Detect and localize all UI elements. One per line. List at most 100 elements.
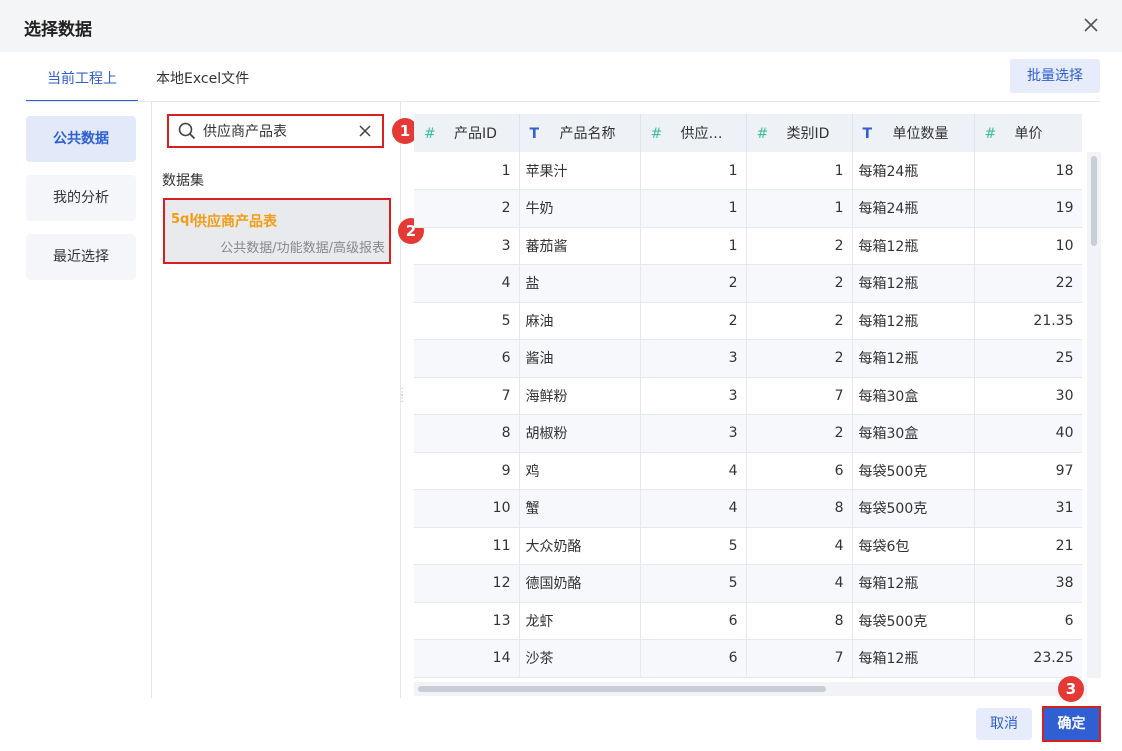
table-cell: 2 bbox=[640, 264, 747, 303]
table-cell: 每箱12瓶 bbox=[852, 339, 975, 378]
column-header-label: 单位数量 bbox=[892, 126, 949, 142]
table-cell: 每箱30盒 bbox=[852, 414, 975, 453]
table-cell: 每箱24瓶 bbox=[852, 189, 975, 228]
table-cell: 牛奶 bbox=[519, 189, 641, 228]
search-input[interactable] bbox=[203, 120, 353, 142]
table-row: 3 蕃茄酱 1 2 每箱12瓶 10 bbox=[414, 227, 1082, 265]
table-row: 6 酱油 3 2 每箱12瓶 25 bbox=[414, 339, 1082, 378]
ok-button[interactable]: 确定 bbox=[1042, 706, 1101, 742]
table-cell: 10 bbox=[414, 489, 520, 528]
number-type-icon: # bbox=[424, 126, 436, 142]
table-cell: 18 bbox=[974, 152, 1082, 190]
column-header-label: 单价 bbox=[1014, 126, 1043, 142]
table-cell: 4 bbox=[746, 564, 853, 603]
table-cell: 鸡 bbox=[519, 452, 641, 490]
panel-divider bbox=[151, 102, 152, 698]
column-header[interactable]: # 产品ID bbox=[414, 114, 520, 152]
table-cell: 19 bbox=[974, 189, 1082, 228]
table-row: 1 苹果汁 1 1 每箱24瓶 18 bbox=[414, 152, 1082, 190]
batch-select-button[interactable]: 批量选择 bbox=[1010, 59, 1100, 93]
column-header[interactable]: # 类别ID bbox=[746, 114, 853, 152]
search-box bbox=[167, 114, 384, 148]
table-cell: 每袋500克 bbox=[852, 489, 975, 528]
table-cell: 6 bbox=[640, 602, 747, 640]
table-cell: 4 bbox=[640, 489, 747, 528]
column-header[interactable]: T 产品名称 bbox=[519, 114, 641, 152]
step-badge-3: 3 bbox=[1058, 676, 1084, 702]
table-cell: 12 bbox=[414, 564, 520, 603]
table-cell: 14 bbox=[414, 639, 520, 678]
table-cell: 25 bbox=[974, 339, 1082, 378]
column-header[interactable]: T 单位数量 bbox=[852, 114, 975, 152]
data-preview-table: # 产品ID T 产品名称 # 供应… # 类别ID T 单位数量 # 单价 1 苹果汁 1 1 每箱24瓶 1… bbox=[414, 114, 1082, 678]
table-cell: 麻油 bbox=[519, 302, 641, 340]
horizontal-scrollbar[interactable] bbox=[414, 682, 1087, 696]
cancel-button[interactable]: 取消 bbox=[976, 708, 1032, 740]
table-cell: 1 bbox=[746, 152, 853, 190]
table-cell: 龙虾 bbox=[519, 602, 641, 640]
table-row: 10 蟹 4 8 每袋500克 31 bbox=[414, 489, 1082, 528]
tab-local-excel[interactable]: 本地Excel文件 bbox=[156, 60, 249, 102]
vertical-scrollbar[interactable] bbox=[1087, 152, 1101, 678]
column-header[interactable]: # 供应… bbox=[640, 114, 747, 152]
table-cell: 8 bbox=[746, 489, 853, 528]
table-cell: 8 bbox=[414, 414, 520, 453]
table-row: 4 盐 2 2 每箱12瓶 22 bbox=[414, 264, 1082, 303]
nav-item-recent[interactable]: 最近选择 bbox=[26, 234, 136, 280]
number-type-icon: # bbox=[756, 126, 769, 142]
table-cell: 苹果汁 bbox=[519, 152, 641, 190]
table-cell: 10 bbox=[974, 227, 1082, 265]
table-cell: 2 bbox=[746, 227, 853, 265]
number-type-icon: # bbox=[984, 126, 997, 142]
table-cell: 2 bbox=[746, 339, 853, 378]
dataset-path: 公共数据/功能数据/高级报表 bbox=[220, 241, 385, 256]
table-header-row: # 产品ID T 产品名称 # 供应… # 类别ID T 单位数量 # 单价 bbox=[414, 114, 1082, 152]
table-row: 2 牛奶 1 1 每箱24瓶 19 bbox=[414, 189, 1082, 228]
clear-icon[interactable] bbox=[356, 122, 374, 140]
table-cell: 1 bbox=[640, 152, 747, 190]
table-cell: 5 bbox=[414, 302, 520, 340]
table-cell: 40 bbox=[974, 414, 1082, 453]
table-cell: 4 bbox=[640, 452, 747, 490]
table-cell: 每箱12瓶 bbox=[852, 227, 975, 265]
table-cell: 3 bbox=[414, 227, 520, 265]
column-header[interactable]: # 单价 bbox=[974, 114, 1082, 152]
table-cell: 97 bbox=[974, 452, 1082, 490]
table-row: 7 海鲜粉 3 7 每箱30盒 30 bbox=[414, 377, 1082, 415]
table-cell: 每袋500克 bbox=[852, 452, 975, 490]
table-cell: 3 bbox=[640, 377, 747, 415]
resize-handle[interactable]: ⋮ ⋮ bbox=[397, 388, 407, 408]
tabs-divider bbox=[26, 101, 1100, 102]
table-cell: 每袋6包 bbox=[852, 527, 975, 565]
table-cell: 30 bbox=[974, 377, 1082, 415]
dialog-title: 选择数据 bbox=[24, 20, 92, 40]
left-nav: 公共数据 我的分析 最近选择 bbox=[26, 116, 136, 293]
table-cell: 5 bbox=[640, 527, 747, 565]
text-type-icon: T bbox=[529, 126, 540, 142]
table-cell: 海鲜粉 bbox=[519, 377, 641, 415]
table-cell: 6 bbox=[974, 602, 1082, 640]
table-row: 12 德国奶酪 5 4 每箱12瓶 38 bbox=[414, 564, 1082, 603]
table-cell: 每箱24瓶 bbox=[852, 152, 975, 190]
table-cell: 7 bbox=[746, 377, 853, 415]
dataset-section-label: 数据集 bbox=[162, 173, 204, 189]
nav-item-my-analysis[interactable]: 我的分析 bbox=[26, 175, 136, 221]
tab-current-project[interactable]: 当前工程上 bbox=[26, 60, 138, 102]
dataset-icon: 5ql bbox=[171, 212, 194, 227]
close-icon[interactable] bbox=[1078, 12, 1104, 38]
table-cell: 每箱12瓶 bbox=[852, 639, 975, 678]
table-cell: 每箱30盒 bbox=[852, 377, 975, 415]
vertical-scroll-thumb[interactable] bbox=[1091, 156, 1097, 246]
horizontal-scroll-thumb[interactable] bbox=[418, 686, 826, 692]
table-cell: 21 bbox=[974, 527, 1082, 565]
dataset-item[interactable]: 5ql 供应商产品表 公共数据/功能数据/高级报表 bbox=[163, 198, 391, 264]
table-cell: 6 bbox=[746, 452, 853, 490]
table-cell: 1 bbox=[640, 227, 747, 265]
table-cell: 11 bbox=[414, 527, 520, 565]
table-cell: 沙茶 bbox=[519, 639, 641, 678]
nav-item-public-data[interactable]: 公共数据 bbox=[26, 116, 136, 162]
table-row: 5 麻油 2 2 每箱12瓶 21.35 bbox=[414, 302, 1082, 340]
column-header-label: 产品名称 bbox=[559, 126, 616, 142]
table-cell: 13 bbox=[414, 602, 520, 640]
table-cell: 酱油 bbox=[519, 339, 641, 378]
